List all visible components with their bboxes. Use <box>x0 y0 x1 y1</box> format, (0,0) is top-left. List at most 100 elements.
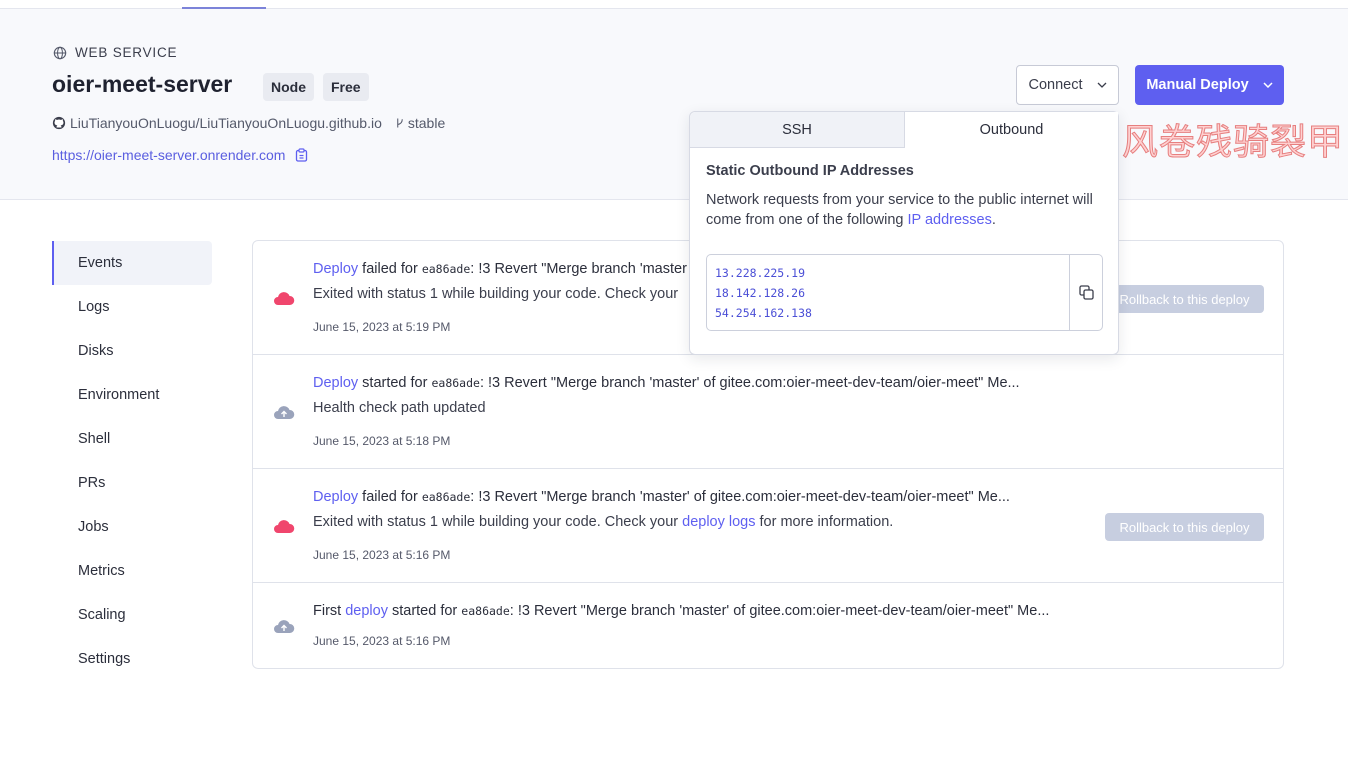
event-title: First deploy started for ea86ade: !3 Rev… <box>313 603 1049 619</box>
rollback-button[interactable]: Rollback to this deploy <box>1105 285 1264 313</box>
event-detail-text: Health check path updated <box>313 400 486 416</box>
page-title: oier-meet-server <box>52 71 233 97</box>
chevron-down-icon <box>1263 82 1273 88</box>
sidebar-item-settings[interactable]: Settings <box>52 637 212 681</box>
sidebar-item-label: Scaling <box>78 607 126 623</box>
deploy-logs-link[interactable]: deploy logs <box>682 514 755 530</box>
connect-button[interactable]: Connect <box>1016 65 1119 105</box>
sidebar-nav: Events Logs Disks Environment Shell PRs … <box>52 241 212 681</box>
ip-address: 13.228.225.19 <box>715 266 806 280</box>
commit-hash[interactable]: ea86ade <box>431 376 479 390</box>
sidebar-item-scaling[interactable]: Scaling <box>52 593 212 637</box>
event-time: June 15, 2023 at 5:19 PM <box>313 320 451 334</box>
sidebar-item-logs[interactable]: Logs <box>52 285 212 329</box>
copy-icon <box>1079 285 1094 300</box>
rollback-button[interactable]: Rollback to this deploy <box>1105 513 1264 541</box>
event-detail-text: for more information. <box>755 514 894 530</box>
cloud-upload-icon <box>274 620 295 633</box>
sidebar-item-label: Jobs <box>78 519 109 535</box>
sidebar-item-label: Settings <box>78 651 131 667</box>
event-time: June 15, 2023 at 5:16 PM <box>313 548 451 562</box>
event-verb: started for <box>358 375 432 391</box>
connect-button-label: Connect <box>1028 77 1083 93</box>
sidebar-item-shell[interactable]: Shell <box>52 417 212 461</box>
event-verb: started for <box>387 603 462 619</box>
sidebar-item-environment[interactable]: Environment <box>52 373 212 417</box>
ip-addresses-link[interactable]: IP addresses <box>908 212 992 228</box>
deploy-link[interactable]: Deploy <box>313 261 358 277</box>
sidebar-item-events[interactable]: Events <box>52 241 212 285</box>
ip-address-box: 13.228.225.19 18.142.128.26 54.254.162.1… <box>706 254 1103 331</box>
popover-description-text: . <box>991 212 996 228</box>
sidebar-item-prs[interactable]: PRs <box>52 461 212 505</box>
ip-address-textarea[interactable]: 13.228.225.19 18.142.128.26 54.254.162.1… <box>715 263 1067 323</box>
event-detail-text: Exited with status 1 while building your… <box>313 514 683 530</box>
cloud-failed-icon <box>274 520 295 533</box>
manual-deploy-button[interactable]: Manual Deploy <box>1135 65 1284 105</box>
cloud-failed-icon <box>274 292 295 305</box>
copy-ips-button[interactable] <box>1069 255 1103 330</box>
tab-outbound[interactable]: Outbound <box>905 112 1118 148</box>
event-row: First deploy started for ea86ade: !3 Rev… <box>253 583 1283 668</box>
popover-description-text: Network requests from your service to th… <box>706 192 1093 228</box>
event-row: Deploy failed for ea86ade: !3 Revert "Me… <box>253 469 1283 583</box>
chevron-down-icon <box>1097 82 1106 88</box>
commit-hash[interactable]: ea86ade <box>461 604 509 618</box>
event-prefix: First <box>313 603 346 619</box>
repo-link[interactable]: LiuTianyouOnLuogu/LiuTianyouOnLuogu.gith… <box>70 115 382 131</box>
event-time: June 15, 2023 at 5:16 PM <box>313 634 451 648</box>
service-header: WEB SERVICE oier-meet-server Node Free L… <box>0 9 1348 200</box>
sidebar-item-label: Events <box>78 255 123 271</box>
event-time: June 15, 2023 at 5:18 PM <box>313 434 451 448</box>
sidebar-item-metrics[interactable]: Metrics <box>52 549 212 593</box>
watermark-text: 风卷残骑裂甲 <box>1121 122 1345 164</box>
branch-name: stable <box>407 115 446 131</box>
github-icon <box>52 116 66 130</box>
event-title: Deploy started for ea86ade: !3 Revert "M… <box>313 375 1020 391</box>
repo-info: LiuTianyouOnLuogu/LiuTianyouOnLuogu.gith… <box>52 115 445 131</box>
deploy-link[interactable]: deploy <box>345 603 388 619</box>
event-title: Deploy failed for ea86ade: !3 Revert "Me… <box>313 489 1010 505</box>
sidebar-item-label: Shell <box>78 431 111 447</box>
commit-message: : !3 Revert "Merge branch 'master' of gi… <box>509 603 1050 619</box>
commit-message: : !3 Revert "Merge branch 'master' of gi… <box>470 489 1010 505</box>
popover-description: Network requests from your service to th… <box>706 190 1101 230</box>
branch-icon <box>397 118 403 128</box>
service-type-label: WEB SERVICE <box>75 45 178 60</box>
branch-info: stable <box>394 115 445 131</box>
deploy-link[interactable]: Deploy <box>313 489 358 505</box>
clipboard-icon[interactable] <box>295 148 308 162</box>
service-type: WEB SERVICE <box>53 45 177 60</box>
service-url-row: https://oier-meet-server.onrender.com <box>52 147 308 163</box>
event-detail: Health check path updated <box>313 400 486 416</box>
sidebar-item-label: Environment <box>78 387 160 403</box>
sidebar-item-jobs[interactable]: Jobs <box>52 505 212 549</box>
sidebar-item-label: Disks <box>78 343 114 359</box>
manual-deploy-label: Manual Deploy <box>1146 77 1249 93</box>
plan-badge: Free <box>323 73 369 101</box>
ip-address: 18.142.128.26 <box>715 286 806 300</box>
connect-popover: SSH Outbound Static Outbound IP Addresse… <box>689 111 1119 355</box>
service-url-link[interactable]: https://oier-meet-server.onrender.com <box>52 147 285 163</box>
cloud-upload-icon <box>274 406 295 419</box>
sidebar-item-label: Logs <box>78 299 110 315</box>
top-nav-bar <box>0 0 1348 9</box>
event-verb: failed for <box>358 489 422 505</box>
commit-message: : !3 Revert "Merge branch 'master' of gi… <box>479 375 1020 391</box>
tab-ssh[interactable]: SSH <box>690 112 905 148</box>
ip-address: 54.254.162.138 <box>715 306 812 320</box>
commit-hash[interactable]: ea86ade <box>422 262 470 276</box>
deploy-link[interactable]: Deploy <box>313 375 358 391</box>
globe-icon <box>53 46 67 59</box>
commit-hash[interactable]: ea86ade <box>422 490 470 504</box>
runtime-badge: Node <box>263 73 314 101</box>
event-title: Deploy failed for ea86ade: !3 Revert "Me… <box>313 261 687 277</box>
sidebar-item-label: PRs <box>78 475 106 491</box>
event-detail-text: Exited with status 1 while building your… <box>313 286 679 302</box>
event-verb: failed for <box>358 261 422 277</box>
sidebar-item-label: Metrics <box>78 563 125 579</box>
sidebar-item-disks[interactable]: Disks <box>52 329 212 373</box>
event-row: Deploy started for ea86ade: !3 Revert "M… <box>253 355 1283 469</box>
event-detail: Exited with status 1 while building your… <box>313 514 893 530</box>
event-detail: Exited with status 1 while building your… <box>313 286 678 302</box>
